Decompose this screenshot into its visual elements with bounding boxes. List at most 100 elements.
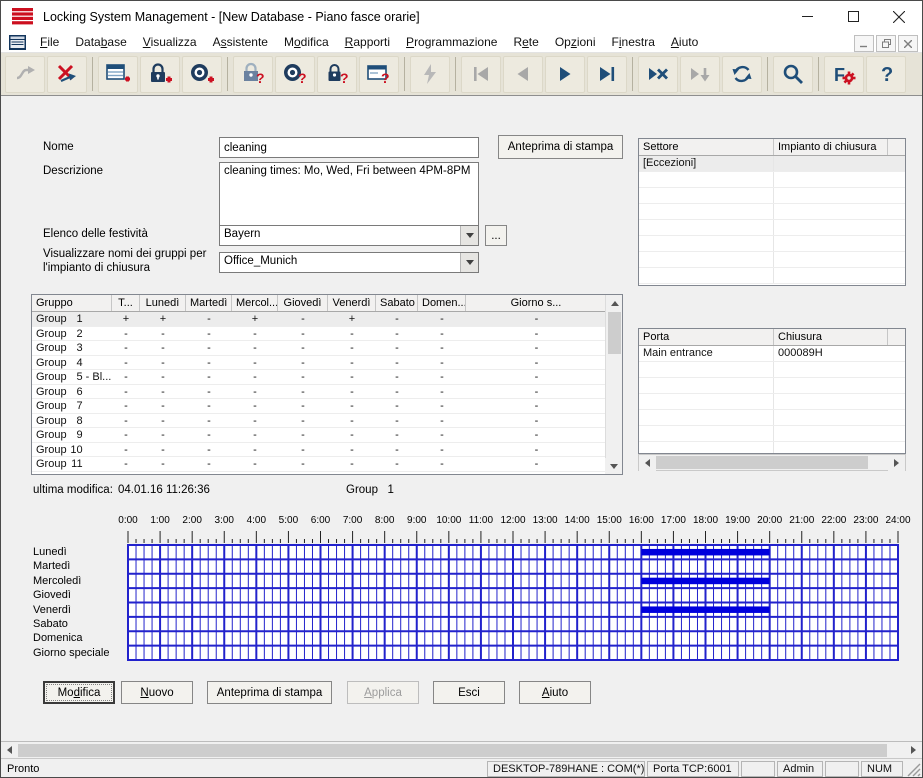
last-record-icon[interactable] [587, 56, 627, 93]
group-row[interactable]: Group4--------- [32, 356, 622, 371]
next-record-icon[interactable] [545, 56, 585, 93]
print-preview-top-button[interactable]: Anteprima di stampa [498, 135, 623, 159]
column-header-5[interactable]: Giovedì [278, 295, 328, 311]
festivita-combobox[interactable]: Bayern [219, 225, 479, 246]
execute-down-icon[interactable] [680, 56, 720, 93]
door-table-hscrollbar[interactable] [638, 454, 906, 471]
previous-record-icon[interactable] [503, 56, 543, 93]
menu-item-programmazione[interactable]: Programmazione [398, 33, 505, 51]
gruppi-dropdown-icon[interactable] [460, 253, 478, 272]
column-header-porta[interactable]: Porta [639, 329, 774, 345]
group-row[interactable]: Group2--------- [32, 327, 622, 342]
menu-item-aiuto[interactable]: Aiuto [663, 33, 706, 51]
group-row[interactable]: Group6--------- [32, 385, 622, 400]
query-lock-icon[interactable]: ? [233, 56, 273, 93]
menu-item-finestra[interactable]: Finestra [604, 33, 663, 51]
group-row[interactable]: Group12--------- [32, 472, 622, 476]
column-header-8[interactable]: Domen... [418, 295, 466, 311]
new-locking-system-icon[interactable] [98, 56, 138, 93]
group-row[interactable]: Group10--------- [32, 443, 622, 458]
mdi-close-button[interactable] [898, 35, 918, 52]
scroll-thumb[interactable] [656, 456, 868, 469]
sync-icon[interactable] [5, 56, 45, 93]
mdi-minimize-button[interactable] [854, 35, 874, 52]
gruppi-combobox[interactable]: Office_Munich [219, 252, 479, 273]
menu-item-opzioni[interactable]: Opzioni [547, 33, 604, 51]
table-row[interactable]: Main entrance000089H [639, 346, 905, 362]
resize-grip-icon[interactable] [905, 761, 921, 777]
timeline-day-label: Lunedì [33, 545, 67, 559]
button-modifica[interactable]: Modifica [43, 681, 115, 704]
scroll-left-icon[interactable] [1, 742, 18, 758]
menu-item-assistente[interactable]: Assistente [205, 33, 276, 51]
menu-item-database[interactable]: Database [67, 33, 134, 51]
festivita-dropdown-icon[interactable] [460, 226, 478, 245]
close-button[interactable] [876, 1, 922, 32]
button-aiuto[interactable]: Aiuto [519, 681, 591, 704]
search-icon[interactable] [773, 56, 813, 93]
scroll-thumb[interactable] [18, 744, 887, 757]
group-row[interactable]: Group5 - Bl...--------- [32, 370, 622, 385]
group-value-cell: - [328, 472, 376, 476]
nome-input[interactable] [219, 137, 479, 158]
column-header-7[interactable]: Sabato [376, 295, 418, 311]
group-row[interactable]: Group1++-+-+--- [32, 312, 622, 327]
column-header-1[interactable]: T... [112, 295, 140, 311]
scroll-up-icon[interactable] [606, 295, 623, 311]
group-table-vscrollbar[interactable] [605, 295, 622, 474]
disconnect-icon[interactable] [47, 56, 87, 93]
main-hscrollbar[interactable] [1, 741, 922, 758]
table-row[interactable]: [Eccezioni] [639, 156, 905, 172]
maximize-button[interactable] [830, 1, 876, 32]
menu-item-visualizza[interactable]: Visualizza [135, 33, 205, 51]
column-header-4[interactable]: Mercol... [232, 295, 278, 311]
column-header-6[interactable]: Venerdì [328, 295, 376, 311]
column-header-chiusura[interactable]: Chiusura [774, 329, 888, 345]
execute-x-icon[interactable] [638, 56, 678, 93]
timeline-ticks [127, 530, 899, 544]
button-nuovo[interactable]: Nuovo [121, 681, 193, 704]
column-header-9[interactable]: Giorno s... [466, 295, 607, 311]
scroll-left-icon[interactable] [639, 455, 656, 471]
column-header-gruppo[interactable]: Gruppo [32, 295, 112, 311]
column-header-3[interactable]: Martedì [186, 295, 232, 311]
minimize-button[interactable] [784, 1, 830, 32]
first-record-icon[interactable] [461, 56, 501, 93]
query-transponder-icon[interactable]: ? [275, 56, 315, 93]
column-header-2[interactable]: Lunedì [140, 295, 186, 311]
group-row[interactable]: Group11--------- [32, 457, 622, 472]
group-row[interactable]: Group9--------- [32, 428, 622, 443]
refresh-icon[interactable] [722, 56, 762, 93]
timeline-grid[interactable] [127, 544, 899, 661]
group-row[interactable]: Group8--------- [32, 414, 622, 429]
help-icon[interactable]: ? [866, 56, 906, 93]
menu-item-file[interactable]: File [32, 33, 67, 51]
festivita-browse-button[interactable]: ... [485, 225, 507, 246]
button-applica[interactable]: Applica [347, 681, 419, 704]
group-row[interactable]: Group7--------- [32, 399, 622, 414]
scroll-down-icon[interactable] [605, 458, 622, 474]
group-row[interactable]: Group3--------- [32, 341, 622, 356]
column-header-settore[interactable]: Settore [639, 139, 774, 155]
mdi-restore-button[interactable] [876, 35, 896, 52]
query-lock-state-icon[interactable]: ? [317, 56, 357, 93]
flash-icon[interactable] [410, 56, 450, 93]
scroll-right-icon[interactable] [905, 742, 922, 758]
menu-item-rapporti[interactable]: Rapporti [337, 33, 398, 51]
scroll-right-icon[interactable] [888, 455, 905, 471]
menu-item-rete[interactable]: Rete [505, 33, 546, 51]
new-transponder-icon[interactable] [182, 56, 222, 93]
filter-settings-icon[interactable]: F [824, 56, 864, 93]
table-cell [774, 236, 888, 251]
new-lock-icon[interactable] [140, 56, 180, 93]
button-esci[interactable]: Esci [433, 681, 505, 704]
descrizione-textarea[interactable]: cleaning times: Mo, Wed, Fri between 4PM… [219, 162, 479, 226]
query-window-icon[interactable]: ? [359, 56, 399, 93]
button-anteprima-di-stampa[interactable]: Anteprima di stampa [207, 681, 332, 704]
scroll-thumb[interactable] [608, 312, 621, 354]
column-header-impianto-di-chiusura[interactable]: Impianto di chiusura [774, 139, 888, 155]
menu-item-modifica[interactable]: Modifica [276, 33, 337, 51]
table-cell [774, 156, 888, 171]
timeline-hour-label: 10:00 [433, 515, 465, 526]
group-value-cell: - [376, 370, 418, 384]
